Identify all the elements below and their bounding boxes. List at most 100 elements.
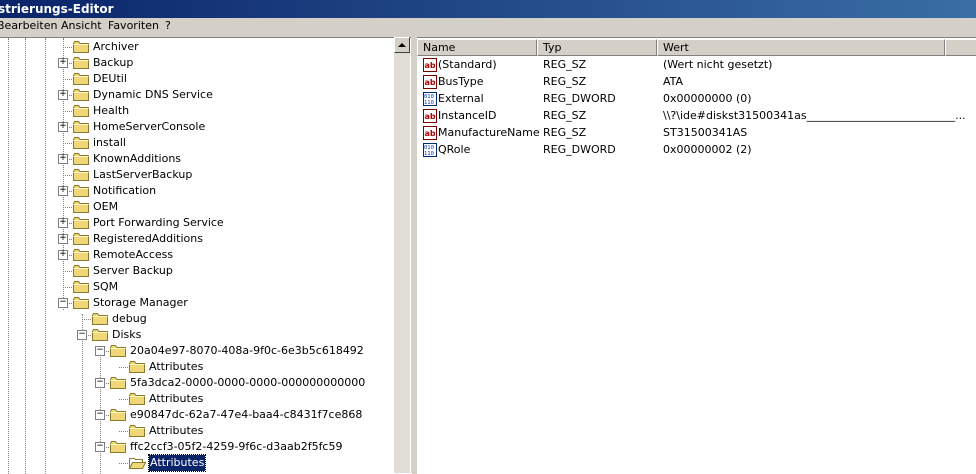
tree-node[interactable]: + Notification: [0, 183, 394, 199]
tree-node[interactable]: install: [0, 135, 394, 151]
tree-node[interactable]: LastServerBackup: [0, 167, 394, 183]
key-tree[interactable]: Archiver + Backup DEUtil + Dynamic DNS Servic…: [0, 37, 412, 474]
tree-expander[interactable]: −: [95, 378, 105, 388]
tree-node[interactable]: Attributes: [0, 454, 394, 472]
tree-expander[interactable]: +: [58, 234, 68, 244]
folder-icon: [73, 121, 90, 133]
menu-bearbeiten[interactable]: Bearbeiten: [0, 19, 57, 33]
column-header-name[interactable]: Name: [417, 39, 537, 56]
tree-node-label: LastServerBackup: [93, 168, 193, 181]
tree-node[interactable]: + Backup: [0, 55, 394, 71]
folder-icon: [73, 41, 90, 53]
tree-expander[interactable]: −: [95, 346, 105, 356]
folder-icon: [129, 393, 146, 405]
menu-ansicht-label: Ansicht: [61, 19, 102, 32]
value-row[interactable]: 010 110 QRole REG_DWORD 0x00000002 (2): [421, 142, 971, 158]
tree-expander[interactable]: −: [77, 330, 87, 340]
value-value-cell: ST31500341AS: [663, 126, 748, 139]
value-list[interactable]: Name Typ Wert ab (Standard) REG_SZ (Wert ni…: [417, 37, 976, 474]
tree-node-label: OEM: [93, 200, 119, 213]
tree-node[interactable]: + KnownAdditions: [0, 151, 394, 167]
value-value-cell: ATA: [663, 75, 684, 88]
tree-node-label: 20a04e97-8070-408a-9f0c-6e3b5c618492: [130, 344, 364, 357]
svg-text:110: 110: [424, 100, 434, 106]
tree-node[interactable]: Attributes: [0, 391, 394, 407]
tree-node[interactable]: OEM: [0, 199, 394, 215]
column-header-value[interactable]: Wert: [657, 39, 945, 56]
tree-branch-line: [63, 143, 72, 144]
tree-expander[interactable]: +: [58, 90, 68, 100]
column-header-type[interactable]: Typ: [537, 39, 657, 56]
tree-node[interactable]: debug: [0, 311, 394, 327]
tree-node[interactable]: SQM: [0, 279, 394, 295]
tree-node[interactable]: − ffc2ccf3-05f2-4259-9f6c-d3aab2f5fc59: [0, 439, 394, 455]
tree-node[interactable]: + HomeServerConsole: [0, 119, 394, 135]
tree-node[interactable]: Attributes: [0, 423, 394, 439]
menu-bar: Bearbeiten Ansicht Favoriten ?: [0, 18, 976, 35]
folder-icon: [73, 137, 90, 149]
tree-branch-line: [119, 431, 128, 432]
tree-expander[interactable]: +: [58, 154, 68, 164]
tree-branch-line: [63, 111, 72, 112]
tree-node[interactable]: + Port Forwarding Service: [0, 215, 394, 231]
tree-branch-line: [63, 47, 72, 48]
tree-branch-line: [63, 79, 72, 80]
value-row[interactable]: ab (Standard) REG_SZ (Wert nicht gesetzt): [421, 57, 971, 73]
value-row[interactable]: ab BusType REG_SZ ATA: [421, 74, 971, 90]
tree-node[interactable]: Health: [0, 103, 394, 119]
menu-help[interactable]: ?: [165, 19, 171, 33]
menu-favoriten[interactable]: Favoriten: [108, 19, 159, 33]
folder-icon: [73, 297, 90, 309]
value-type-cell: REG_SZ: [543, 75, 587, 88]
value-row[interactable]: 010 110 External REG_DWORD 0x00000000 (0): [421, 91, 971, 107]
value-row[interactable]: ab InstanceID REG_SZ \\?\ide#diskst31500341…: [421, 108, 971, 124]
tree-node[interactable]: − Storage Manager: [0, 295, 394, 311]
tree-node-label: Port Forwarding Service: [93, 216, 224, 229]
tree-node[interactable]: − 5fa3dca2-0000-0000-0000-000000000000: [0, 375, 394, 391]
menu-ansicht[interactable]: Ansicht: [61, 19, 102, 33]
folder-icon: [73, 185, 90, 197]
tree-expander[interactable]: −: [95, 410, 105, 420]
value-type-cell: REG_SZ: [543, 109, 587, 122]
tree-node[interactable]: − Disks: [0, 327, 394, 343]
tree-node-label: ffc2ccf3-05f2-4259-9f6c-d3aab2f5fc59: [130, 440, 343, 453]
tree-node[interactable]: DEUtil: [0, 71, 394, 87]
tree-node[interactable]: + Dynamic DNS Service: [0, 87, 394, 103]
tree-node-label: Notification: [93, 184, 157, 197]
tree-expander[interactable]: −: [58, 298, 68, 308]
tree-expander[interactable]: +: [58, 250, 68, 260]
tree-branch-line: [63, 287, 72, 288]
tree-branch-line: [63, 175, 72, 176]
tree-node[interactable]: + RegisteredAdditions: [0, 231, 394, 247]
tree-node-label: SQM: [93, 280, 119, 293]
tree-expander[interactable]: −: [95, 442, 105, 452]
tree-node-label: Storage Manager: [93, 296, 188, 309]
tree-expander[interactable]: +: [58, 122, 68, 132]
tree-node-label: Archiver: [93, 40, 139, 53]
tree-node[interactable]: Archiver: [0, 39, 394, 55]
tree-node[interactable]: Attributes: [0, 359, 394, 375]
column-header-filler: [945, 39, 976, 56]
value-name-cell: BusType: [438, 75, 484, 88]
tree-expander[interactable]: +: [58, 218, 68, 228]
tree-node-label: KnownAdditions: [93, 152, 182, 165]
scroll-up-button[interactable]: [394, 37, 410, 53]
tree-scrollbar[interactable]: [394, 37, 410, 473]
string-value-icon: ab: [423, 109, 437, 123]
column-name-label: Name: [423, 41, 456, 54]
tree-node[interactable]: Server Backup: [0, 263, 394, 279]
folder-icon: [73, 153, 90, 165]
tree-node[interactable]: + RemoteAccess: [0, 247, 394, 263]
folder-icon: [92, 313, 109, 325]
value-row[interactable]: ab ManufactureName REG_SZ ST31500341AS: [421, 125, 971, 141]
tree-node[interactable]: − 20a04e97-8070-408a-9f0c-6e3b5c618492: [0, 343, 394, 359]
svg-text:ab: ab: [425, 61, 436, 70]
tree-node[interactable]: − e90847dc-62a7-47e4-baa4-c8431f7ce868: [0, 407, 394, 423]
tree-node-label: Server Backup: [93, 264, 173, 277]
value-name-cell: External: [438, 92, 484, 105]
folder-icon: [73, 169, 90, 181]
folder-icon: [73, 217, 90, 229]
tree-expander[interactable]: +: [58, 58, 68, 68]
tree-expander[interactable]: +: [58, 186, 68, 196]
folder-icon: [129, 425, 146, 437]
